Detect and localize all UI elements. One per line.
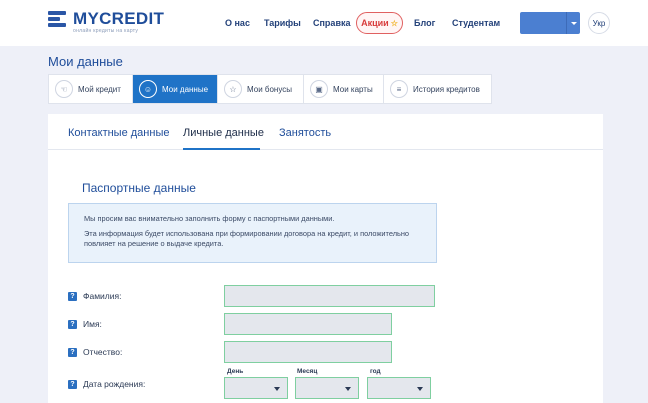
patronymic-input[interactable] [224, 341, 392, 363]
card-icon: ▣ [310, 80, 328, 98]
help-icon[interactable]: ? [68, 291, 77, 301]
label-text: Имя: [83, 319, 102, 329]
last-name-label: ? Фамилия: [68, 291, 121, 301]
first-name-input[interactable] [224, 313, 392, 335]
nav-students[interactable]: Студентам [452, 18, 500, 28]
tab-my-data[interactable]: ☺ Мои данные [133, 75, 218, 103]
chevron-down-icon [345, 387, 351, 391]
first-name-label: ? Имя: [68, 319, 102, 329]
tab-label: Мои данные [162, 84, 209, 94]
year-select[interactable] [367, 377, 431, 399]
logo-icon [48, 11, 69, 28]
star-icon: ☆ [390, 18, 398, 28]
tab-personal-data[interactable]: Личные данные [183, 127, 264, 139]
section-tabs: ☜ Мой кредит ☺ Мои данные ☆ Мои бонусы ▣… [48, 74, 492, 104]
language-switch[interactable]: Укр [588, 12, 610, 34]
top-header: MYCREDIT онлайн кредиты на карту О нас Т… [0, 0, 648, 46]
birth-date-label: ? Дата рождения: [68, 379, 145, 389]
logo-subtitle: онлайн кредиты на карту [73, 28, 139, 34]
tab-label: Мои бонусы [247, 84, 293, 94]
tab-my-credit[interactable]: ☜ Мой кредит [49, 75, 133, 103]
page-title: Мои данные [48, 54, 123, 69]
section-title: Паспортные данные [82, 181, 196, 195]
thumb-icon: ☜ [55, 80, 73, 98]
logo-title: MYCREDIT [73, 9, 165, 28]
profile-card: Контактные данные Личные данные Занятост… [48, 114, 603, 403]
list-icon: ≡ [390, 80, 408, 98]
tab-employment[interactable]: Занятость [279, 127, 331, 139]
profile-tabs: Контактные данные Личные данные Занятост… [48, 114, 603, 150]
help-icon[interactable]: ? [68, 379, 77, 389]
tab-my-bonuses[interactable]: ☆ Мои бонусы [218, 75, 304, 103]
info-text: Мы просим вас внимательно заполнить форм… [84, 214, 335, 223]
star-icon: ☆ [224, 80, 242, 98]
label-text: Отчество: [83, 347, 123, 357]
year-label: год [370, 368, 381, 375]
day-label: День [227, 368, 244, 375]
tab-my-cards[interactable]: ▣ Мои карты [304, 75, 384, 103]
month-label: Месяц [297, 368, 318, 375]
tab-credit-history[interactable]: ≡ История кредитов [384, 75, 491, 103]
nav-blog[interactable]: Блог [414, 18, 435, 28]
label-text: Фамилия: [83, 291, 122, 301]
day-select[interactable] [224, 377, 288, 399]
nav-tariffs[interactable]: Тарифы [264, 18, 301, 28]
info-text: Эта информация будет использована при фо… [84, 229, 410, 248]
tab-label: Мои карты [333, 84, 373, 94]
last-name-input[interactable] [224, 285, 435, 307]
tab-label: История кредитов [413, 84, 480, 94]
chevron-down-icon [417, 387, 423, 391]
promo-button[interactable]: Акции ☆ [356, 12, 403, 34]
promo-label: Акции [361, 18, 389, 28]
tab-contact-data[interactable]: Контактные данные [68, 127, 169, 139]
tab-label: Мой кредит [78, 84, 121, 94]
label-text: Дата рождения: [83, 379, 146, 389]
logo[interactable]: MYCREDIT онлайн кредиты на карту [48, 10, 164, 35]
nav-help[interactable]: Справка [313, 18, 350, 28]
patronymic-label: ? Отчество: [68, 347, 122, 357]
help-icon[interactable]: ? [68, 319, 77, 329]
chevron-down-icon [566, 12, 580, 34]
active-tab-indicator [183, 148, 260, 150]
account-button[interactable] [520, 12, 580, 34]
month-select[interactable] [295, 377, 359, 399]
info-box: Мы просим вас внимательно заполнить форм… [68, 203, 437, 263]
user-icon: ☺ [139, 80, 157, 98]
chevron-down-icon [274, 387, 280, 391]
nav-about[interactable]: О нас [225, 18, 250, 28]
help-icon[interactable]: ? [68, 347, 77, 357]
